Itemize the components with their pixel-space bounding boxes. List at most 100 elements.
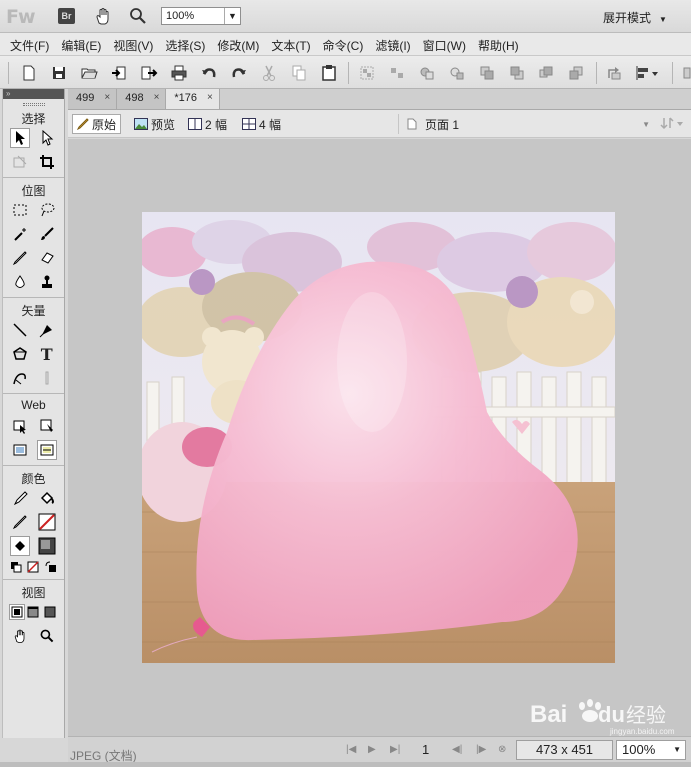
next-frame-icon[interactable]: |▶	[476, 744, 486, 755]
tab-label: 498	[125, 92, 144, 104]
zoom-select[interactable]: 100% ▼	[161, 7, 241, 25]
fill-color-bucket-icon[interactable]	[10, 536, 31, 556]
zoom-tool-icon[interactable]	[37, 626, 57, 646]
preview-view-button[interactable]: 预览	[130, 114, 179, 134]
marquee-tool-icon[interactable]	[10, 200, 30, 220]
standard-screen-mode-icon[interactable]	[9, 604, 26, 620]
menu-filters[interactable]: 滤镜(I)	[369, 33, 416, 55]
show-slices-icon[interactable]	[36, 440, 57, 460]
page-menu-icon[interactable]	[660, 116, 686, 132]
paste-icon[interactable]	[320, 64, 338, 82]
document-tab[interactable]: 498 ×	[117, 89, 167, 109]
menu-help[interactable]: 帮助(H)	[472, 33, 525, 55]
subselection-tool-icon[interactable]	[37, 128, 57, 148]
line-tool-icon[interactable]	[10, 320, 30, 340]
close-icon[interactable]: ×	[154, 92, 160, 109]
send-backward-icon[interactable]	[508, 64, 526, 82]
menu-text[interactable]: 文本(T)	[265, 33, 316, 55]
freeform-tool-icon[interactable]	[10, 368, 30, 388]
full-screen-mode-icon[interactable]	[42, 604, 58, 620]
crop-tool-icon[interactable]	[37, 152, 57, 172]
page-selector[interactable]: 页面 1 ▼	[398, 114, 656, 134]
zoom-tool-icon[interactable]	[128, 6, 148, 26]
menu-file[interactable]: 文件(F)	[4, 33, 55, 55]
menu-edit[interactable]: 编辑(E)	[55, 33, 107, 55]
magic-wand-tool-icon[interactable]	[10, 224, 30, 244]
image-dimensions[interactable]: 473 x 451	[516, 740, 613, 760]
close-icon[interactable]: ×	[207, 92, 213, 109]
menu-window[interactable]: 窗口(W)	[417, 33, 472, 55]
swap-colors-icon[interactable]	[44, 560, 58, 574]
new-document-icon[interactable]	[20, 64, 38, 82]
full-screen-menu-mode-icon[interactable]	[25, 604, 41, 620]
previous-frame-icon[interactable]: ◀|	[452, 744, 462, 755]
eyedropper-tool-icon[interactable]	[10, 488, 30, 508]
panel-grip[interactable]	[22, 103, 45, 106]
hotspot-tool-icon[interactable]	[10, 416, 30, 436]
export-icon[interactable]	[140, 64, 158, 82]
import-icon[interactable]	[110, 64, 128, 82]
pointer-tool-icon[interactable]	[10, 128, 31, 148]
ungroup-icon[interactable]	[388, 64, 406, 82]
group-icon[interactable]	[358, 64, 376, 82]
default-colors-icon[interactable]	[9, 560, 23, 574]
join-icon[interactable]	[418, 64, 436, 82]
panel-collapse-toggle[interactable]: »	[3, 89, 64, 99]
rotate-icon[interactable]	[606, 64, 624, 82]
scale-tool-icon[interactable]	[10, 152, 30, 172]
play-icon[interactable]: ▶	[368, 744, 376, 755]
slice-tool-icon[interactable]	[37, 416, 57, 436]
split-icon[interactable]	[448, 64, 466, 82]
menu-commands[interactable]: 命令(C)	[317, 33, 370, 55]
stroke-color-swatch[interactable]	[37, 512, 57, 532]
pencil-tool-icon[interactable]	[10, 248, 30, 268]
two-up-view-button[interactable]: 2 幅	[184, 114, 231, 134]
baidu-jingyan-watermark: Bai du 经验 jingyan.baidu.com	[530, 692, 680, 736]
print-icon[interactable]	[170, 64, 188, 82]
bring-forward-icon[interactable]	[478, 64, 496, 82]
text-tool-icon[interactable]: T	[37, 344, 57, 364]
undo-icon[interactable]	[200, 64, 218, 82]
copy-icon[interactable]	[290, 64, 308, 82]
redo-icon[interactable]	[230, 64, 248, 82]
stop-icon[interactable]: ⊗	[498, 744, 506, 755]
document-tab[interactable]: 499 ×	[68, 89, 118, 109]
zoom-level-select[interactable]: 100% ▼	[616, 740, 686, 760]
rubber-stamp-tool-icon[interactable]	[37, 272, 57, 292]
lasso-tool-icon[interactable]	[37, 200, 57, 220]
open-folder-icon[interactable]	[80, 64, 98, 82]
eraser-tool-icon[interactable]	[37, 248, 57, 268]
document-canvas-image[interactable]	[142, 212, 615, 663]
hand-tool-icon[interactable]	[10, 626, 30, 646]
menu-modify[interactable]: 修改(M)	[211, 33, 265, 55]
align-dropdown-icon[interactable]	[634, 64, 660, 82]
overflow-icon[interactable]	[682, 64, 691, 82]
four-up-view-button[interactable]: 4 幅	[238, 114, 285, 134]
knife-tool-icon[interactable]	[37, 368, 57, 388]
shape-tool-icon[interactable]	[10, 344, 30, 364]
pen-tool-icon[interactable]	[37, 320, 57, 340]
watermark-brand-suffix: du	[598, 702, 625, 727]
canvas-area[interactable]	[68, 139, 691, 736]
save-icon[interactable]	[50, 64, 68, 82]
menu-view[interactable]: 视图(V)	[107, 33, 159, 55]
hide-slices-icon[interactable]	[10, 440, 30, 460]
menu-select[interactable]: 选择(S)	[159, 33, 211, 55]
no-stroke-fill-icon[interactable]	[26, 560, 40, 574]
last-frame-icon[interactable]: ▶|	[390, 744, 400, 755]
blur-tool-icon[interactable]	[10, 272, 30, 292]
stroke-color-pencil-icon[interactable]	[10, 512, 30, 532]
workspace-mode-button[interactable]: 展开模式 ▼	[603, 9, 667, 26]
original-view-button[interactable]: 原始	[72, 114, 122, 134]
paint-bucket-tool-icon[interactable]	[37, 488, 57, 508]
bridge-button[interactable]: Br	[58, 8, 75, 24]
send-to-back-icon[interactable]	[568, 64, 586, 82]
close-icon[interactable]: ×	[104, 92, 110, 109]
cut-icon[interactable]	[260, 64, 278, 82]
hand-tool-icon[interactable]	[93, 6, 113, 26]
fill-color-swatch[interactable]	[37, 536, 57, 556]
bring-to-front-icon[interactable]	[538, 64, 556, 82]
brush-tool-icon[interactable]	[37, 224, 57, 244]
first-frame-icon[interactable]: |◀	[346, 744, 356, 755]
document-tab-active[interactable]: *176 ×	[166, 89, 220, 109]
